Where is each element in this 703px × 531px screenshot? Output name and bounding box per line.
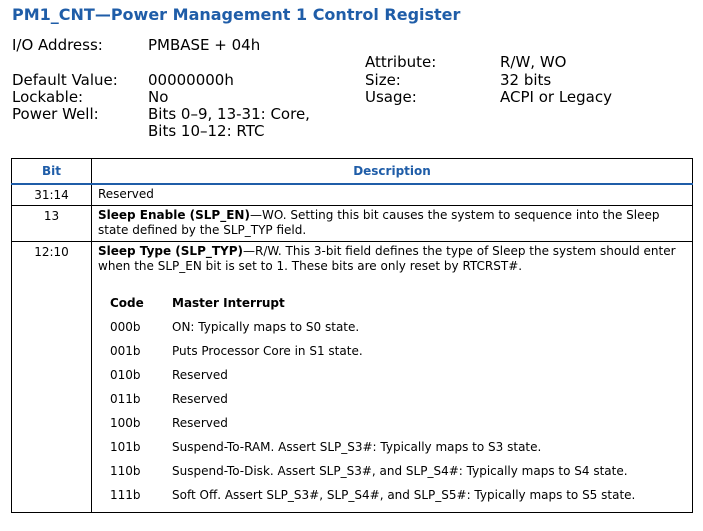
master-interrupt-column-header: Master Interrupt [172, 295, 285, 310]
io-address-label: I/O Address: [12, 36, 103, 54]
usage-value: ACPI or Legacy [500, 88, 612, 106]
code-cell: 101b [110, 440, 141, 454]
page-title: PM1_CNT—Power Management 1 Control Regis… [12, 5, 461, 24]
default-value-value: 00000000h [148, 71, 234, 89]
description-cell: Reserved [91, 183, 693, 206]
attribute-value: R/W, WO [500, 53, 567, 71]
default-value-label: Default Value: [12, 71, 118, 89]
power-well-value-line1: Bits 0–9, 13-31: Core, [148, 105, 310, 123]
code-cell: 011b [110, 392, 141, 406]
code-cell: 110b [110, 464, 141, 478]
lockable-label: Lockable: [12, 88, 84, 106]
lockable-value: No [148, 88, 169, 106]
code-cell: 010b [110, 368, 141, 382]
code-description-cell: Puts Processor Core in S1 state. [172, 344, 363, 358]
code-cell: 000b [110, 320, 141, 334]
bit-column-header: Bit [11, 158, 92, 185]
io-address-value: PMBASE + 04h [148, 36, 261, 54]
code-row: 001b Puts Processor Core in S1 state. [110, 341, 635, 365]
description-column-header: Description [91, 158, 693, 185]
code-column-header: Code [110, 295, 144, 310]
sleep-type-code-table: Code Master Interrupt 000b ON: Typically … [110, 293, 635, 509]
code-row: 011b Reserved [110, 389, 635, 413]
field-name: Sleep Enable (SLP_EN) [98, 208, 250, 222]
power-well-label: Power Well: [12, 105, 99, 123]
size-label: Size: [365, 71, 401, 89]
code-description-cell: ON: Typically maps to S0 state. [172, 320, 360, 334]
code-cell: 111b [110, 488, 141, 502]
table-header-row: Bit Description [11, 158, 693, 185]
code-cell: 001b [110, 344, 141, 358]
code-row: 110b Suspend-To-Disk. Assert SLP_S3#, and… [110, 461, 635, 485]
size-value: 32 bits [500, 71, 552, 89]
bit-cell: 13 [11, 205, 92, 242]
attribute-label: Attribute: [365, 53, 437, 71]
code-description-cell: Reserved [172, 392, 228, 406]
bit-cell: 31:14 [11, 183, 92, 206]
description-cell: Sleep Enable (SLP_EN)—WO. Setting this b… [91, 205, 693, 242]
table-row: 31:14 Reserved [11, 183, 693, 206]
code-cell: 100b [110, 416, 141, 430]
code-description-cell: Reserved [172, 368, 228, 382]
code-table-header-row: Code Master Interrupt [110, 293, 635, 317]
description-cell: Sleep Type (SLP_TYP)—R/W. This 3-bit fie… [91, 241, 693, 513]
code-row: 101b Suspend-To-RAM. Assert SLP_S3#: Typi… [110, 437, 635, 461]
register-bit-table: Bit Description 31:14 Reserved 13 Sleep … [11, 158, 693, 513]
code-row: 100b Reserved [110, 413, 635, 437]
code-row: 000b ON: Typically maps to S0 state. [110, 317, 635, 341]
code-description-cell: Soft Off. Assert SLP_S3#, SLP_S4#, and S… [172, 488, 636, 502]
code-row: 111b Soft Off. Assert SLP_S3#, SLP_S4#, a… [110, 485, 635, 509]
code-description-cell: Suspend-To-Disk. Assert SLP_S3#, and SLP… [172, 464, 628, 478]
power-well-value-line2: Bits 10–12: RTC [148, 122, 265, 140]
usage-label: Usage: [365, 88, 417, 106]
code-description-cell: Reserved [172, 416, 228, 430]
table-row: 13 Sleep Enable (SLP_EN)—WO. Setting thi… [11, 205, 693, 242]
table-row: 12:10 Sleep Type (SLP_TYP)—R/W. This 3-b… [11, 241, 693, 513]
code-description-cell: Suspend-To-RAM. Assert SLP_S3#: Typicall… [172, 440, 542, 454]
code-row: 010b Reserved [110, 365, 635, 389]
field-name: Sleep Type (SLP_TYP) [98, 244, 244, 258]
bit-cell: 12:10 [11, 241, 92, 513]
